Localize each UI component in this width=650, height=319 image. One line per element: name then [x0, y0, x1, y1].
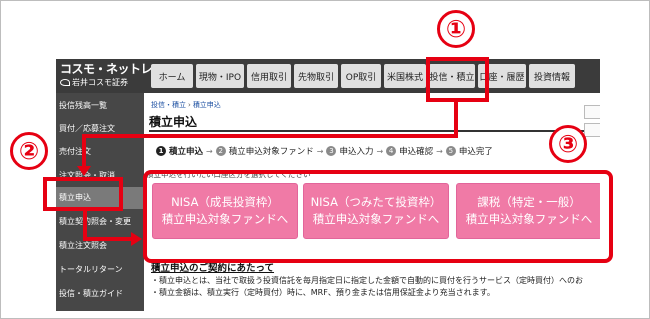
- sidebar-item-total-return[interactable]: トータルリターン: [56, 263, 144, 277]
- step-1: 1 積立申込: [156, 145, 203, 157]
- step-number: 2: [215, 146, 226, 156]
- tab-us-stocks[interactable]: 米国株式: [384, 64, 426, 88]
- step-label: 申込入力: [339, 147, 374, 157]
- step-2: 2 積立申込対象ファンド: [215, 145, 314, 157]
- tab-margin-trading[interactable]: 信用取引: [247, 64, 291, 88]
- marker-2: ②: [10, 132, 48, 170]
- side-box-bottom: [584, 123, 600, 137]
- side-box-top: [584, 105, 600, 119]
- step-arrow-icon: →: [376, 146, 384, 156]
- page-title: 積立申込: [149, 115, 198, 129]
- step-arrow-icon: →: [316, 146, 324, 156]
- step-number: 1: [156, 146, 166, 156]
- step-label: 積立申込対象ファンド: [228, 147, 314, 157]
- step-4: 4 申込確認: [386, 145, 433, 157]
- breadcrumb-funds-link[interactable]: 投信・積立: [151, 101, 186, 109]
- connector-line: [454, 102, 458, 138]
- step-label: 申込確認: [399, 147, 434, 157]
- step-5: 5 申込完了: [445, 145, 493, 157]
- step-number: 5: [445, 146, 456, 156]
- marker-3: ③: [549, 125, 587, 163]
- tab-options[interactable]: OP取引: [341, 64, 381, 88]
- logo-title: コスモ・ネットレ: [60, 62, 153, 76]
- contract-note-2: ・積立金額は、積立実行（定時買付）時に、MRF、預り金または信用保証金より充当さ…: [151, 288, 495, 297]
- step-arrow-icon: →: [206, 146, 213, 156]
- logo[interactable]: コスモ・ネットレ 岩井コスモ証券: [60, 61, 153, 91]
- tab-futures[interactable]: 先物取引: [294, 64, 338, 88]
- step-arrow-icon: →: [436, 146, 443, 156]
- connector-line: [82, 134, 86, 168]
- tab-investment-info[interactable]: 投資情報: [529, 64, 575, 88]
- marker-1: ①: [437, 10, 475, 48]
- highlight-account-buttons: [143, 170, 613, 263]
- tab-home[interactable]: ホーム: [151, 64, 193, 88]
- step-3: 3 申込入力: [326, 145, 373, 157]
- sidebar-item-sell-order[interactable]: 売付注文: [56, 145, 144, 159]
- arrow-right-icon: [131, 232, 142, 246]
- step-label: 申込完了: [458, 147, 493, 157]
- tab-spot-ipo[interactable]: 現物・IPO: [196, 64, 244, 88]
- highlight-funds-tab: [426, 57, 489, 102]
- breadcrumb: 投信・積立 › 積立申込: [151, 100, 221, 110]
- breadcrumb-separator: ›: [188, 101, 191, 109]
- highlight-savings-menu: [43, 177, 123, 211]
- sidebar-item-fund-balance[interactable]: 投信残高一覧: [56, 99, 144, 113]
- top-navigation-bar: コスモ・ネットレ 岩井コスモ証券 ホーム 現物・IPO 信用取引 先物取引 OP…: [56, 59, 600, 93]
- step-indicator: 1 積立申込 → 2 積立申込対象ファンド → 3 申込入力 → 4 申込確認 → 5申…: [156, 144, 596, 158]
- arrow-down-icon: [77, 166, 91, 176]
- title-divider: [149, 130, 600, 132]
- step-label: 積立申込: [169, 147, 204, 157]
- company-mark-icon: [60, 79, 70, 86]
- breadcrumb-current[interactable]: 積立申込: [193, 101, 221, 109]
- step-number: 3: [326, 146, 337, 156]
- connector-line: [82, 134, 458, 138]
- sidebar-item-guide[interactable]: 投信・積立ガイド: [56, 287, 144, 301]
- sidebar-item-savings-contract[interactable]: 積立契約照会・変更: [56, 215, 144, 229]
- logo-subtitle: 岩井コスモ証券: [72, 78, 128, 87]
- connector-line: [83, 237, 133, 241]
- logo-subtitle-row: 岩井コスモ証券: [60, 77, 148, 88]
- contract-note-1: ・積立申込とは、当社で取扱う投資信託を毎月指定日に指定した金額で自動的に買付を行…: [151, 276, 583, 285]
- step-number: 4: [386, 146, 397, 156]
